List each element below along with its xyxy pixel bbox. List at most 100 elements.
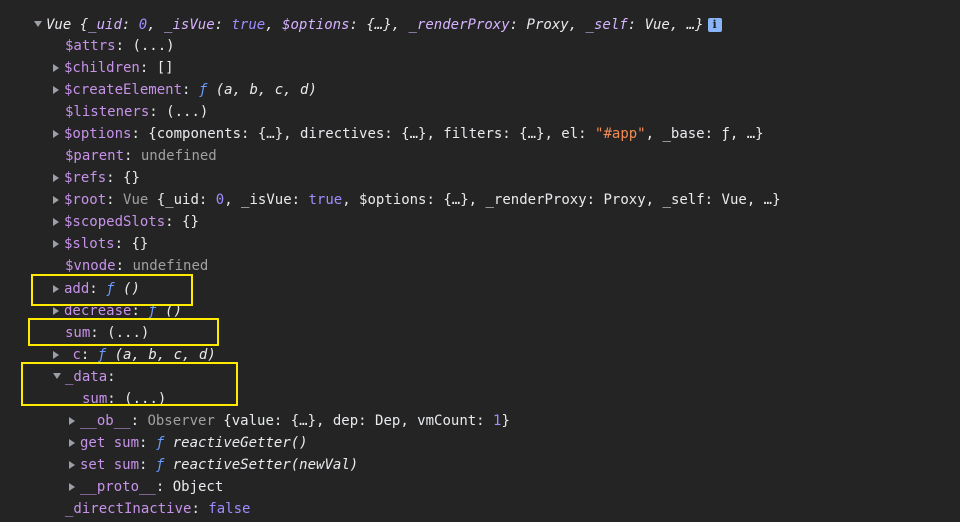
self-value: Vue (721, 192, 747, 208)
header-cut-text: created (115, 0, 174, 2)
tree-root-row[interactable]: Vue {_uid: 0, _isVue: true, $options: {…… (34, 14, 722, 36)
prop-key: __proto__ (80, 479, 156, 495)
prop-key: $refs (64, 170, 107, 186)
expand-arrow-icon[interactable] (53, 240, 59, 248)
prop-key: $children (64, 60, 140, 76)
prop-row-data[interactable]: _data: (53, 366, 116, 388)
prop-value: undefined (132, 258, 209, 274)
root-summary-close: …} (686, 17, 704, 33)
function-symbol: ƒ (106, 281, 115, 297)
info-icon[interactable]: i (707, 18, 722, 32)
prop-key: set sum (80, 457, 140, 473)
prop-class-name: Observer (147, 413, 215, 429)
expand-arrow-icon[interactable] (69, 483, 75, 491)
prop-value: Object (172, 479, 224, 495)
root-options-value: {…} (366, 17, 392, 33)
root-options-key: $options (282, 17, 350, 33)
expand-arrow-icon[interactable] (53, 307, 59, 315)
prop-key: c (72, 347, 81, 363)
prop-row-vnode[interactable]: $vnode: undefined (65, 255, 208, 277)
isvue-value: true (308, 192, 343, 208)
root-summary-open: { (79, 17, 89, 33)
expand-arrow-icon[interactable] (53, 218, 59, 226)
prop-row-proto[interactable]: __proto__: Object (69, 476, 223, 498)
function-symbol: ƒ (148, 303, 157, 319)
prop-row-root[interactable]: $root: Vue {_uid: 0, _isVue: true, $opti… (53, 189, 781, 211)
prop-row-get-sum[interactable]: get sum: ƒ reactiveGetter() (69, 432, 308, 454)
expand-arrow-icon[interactable] (53, 86, 59, 94)
expand-arrow-open-icon[interactable] (34, 21, 42, 27)
prop-key: _directInactive (65, 501, 192, 517)
expand-arrow-icon[interactable] (53, 174, 59, 182)
function-signature: () (165, 303, 183, 319)
prop-row-ob[interactable]: __ob__: Observer {value: {…}, dep: Dep, … (69, 410, 510, 432)
prop-row-directinactive[interactable]: _directInactive: false (65, 498, 250, 520)
root-uid-value: 0 (138, 17, 148, 33)
prop-value: false (208, 501, 251, 517)
proxy-value: Proxy (603, 192, 646, 208)
prop-row-scopedslots[interactable]: $scopedSlots: {} (53, 211, 199, 233)
root-self-key: _self (585, 17, 628, 33)
prop-key: __ob__ (80, 413, 131, 429)
prop-key: $scopedSlots (64, 214, 166, 230)
root-uid-key: _uid (88, 17, 122, 33)
prop-key: $slots (64, 236, 115, 252)
prop-key: $createElement (64, 82, 183, 98)
prop-row-attrs[interactable]: $attrs: (...) (65, 35, 175, 57)
prop-value-part: , _base: ƒ, …} (645, 126, 764, 142)
root-renderproxy-key: _renderProxy (408, 17, 510, 33)
prop-row-add[interactable]: add: ƒ () (53, 278, 140, 300)
prop-row-refs[interactable]: $refs: {} (53, 167, 140, 189)
expand-arrow-icon[interactable] (53, 196, 59, 204)
prop-key: $listeners (65, 104, 150, 120)
prop-row-decrease[interactable]: decrease: ƒ () (53, 300, 182, 322)
prop-row-slots[interactable]: $slots: {} (53, 233, 148, 255)
root-self-value: Vue (644, 17, 670, 33)
prop-value[interactable]: (...) (124, 391, 166, 407)
function-symbol: ƒ (155, 435, 165, 451)
expand-arrow-icon[interactable] (69, 439, 75, 447)
prop-key: sum (65, 325, 91, 341)
prop-key: add (64, 281, 90, 297)
prop-row-data-sum[interactable]: sum: (...) (82, 388, 166, 410)
function-symbol: ƒ (155, 457, 165, 473)
prop-value: {} (131, 236, 149, 252)
prop-row-createelement[interactable]: $createElement: ƒ (a, b, c, d) (53, 79, 317, 101)
prop-value-string: "#app" (595, 126, 646, 142)
prop-value[interactable]: (...) (107, 325, 149, 341)
function-signature: () (123, 281, 140, 297)
prop-key: _data (65, 369, 108, 385)
prop-row-sum[interactable]: sum: (...) (65, 322, 149, 344)
expand-arrow-icon[interactable] (53, 285, 59, 293)
function-signature: (a, b, c, d) (114, 347, 216, 363)
expand-arrow-icon[interactable] (53, 351, 59, 359)
expand-arrow-icon[interactable] (69, 417, 75, 425)
prop-row-set-sum[interactable]: set sum: ƒ reactiveSetter(newVal) (69, 454, 358, 476)
root-class-name: Vue (46, 17, 72, 33)
prop-row-c[interactable]: c: ƒ (a, b, c, d) (53, 344, 216, 366)
prop-value: [] (156, 60, 174, 76)
dep-value: Dep (375, 413, 401, 429)
prop-row-options[interactable]: $options: {components: {…}, directives: … (53, 123, 764, 145)
function-signature: reactiveGetter() (172, 435, 308, 451)
root-isvue-key: _isVue (164, 17, 215, 33)
prop-row-listeners[interactable]: $listeners: (...) (65, 101, 208, 123)
function-signature: reactiveSetter(newVal) (172, 457, 359, 473)
prop-key: get sum (80, 435, 140, 451)
prop-key: sum (82, 391, 108, 407)
expand-arrow-icon[interactable] (69, 461, 75, 469)
prop-value-part: {components: {…}, directives: {…}, filte… (148, 126, 596, 142)
expand-arrow-open-icon[interactable] (53, 373, 61, 379)
function-signature: (a, b, c, d) (215, 82, 317, 98)
prop-key: $options (64, 126, 132, 142)
prop-value[interactable]: (...) (132, 38, 174, 54)
prop-key: decrease (64, 303, 132, 319)
expand-arrow-icon[interactable] (53, 64, 59, 72)
function-symbol: ƒ (97, 347, 107, 363)
prop-row-children[interactable]: $children: [] (53, 57, 174, 79)
expand-arrow-icon[interactable] (53, 130, 59, 138)
prop-key: $parent (65, 148, 125, 164)
prop-value[interactable]: (...) (166, 104, 208, 120)
prop-row-parent[interactable]: $parent: undefined (65, 145, 217, 167)
prop-value: undefined (140, 148, 217, 164)
